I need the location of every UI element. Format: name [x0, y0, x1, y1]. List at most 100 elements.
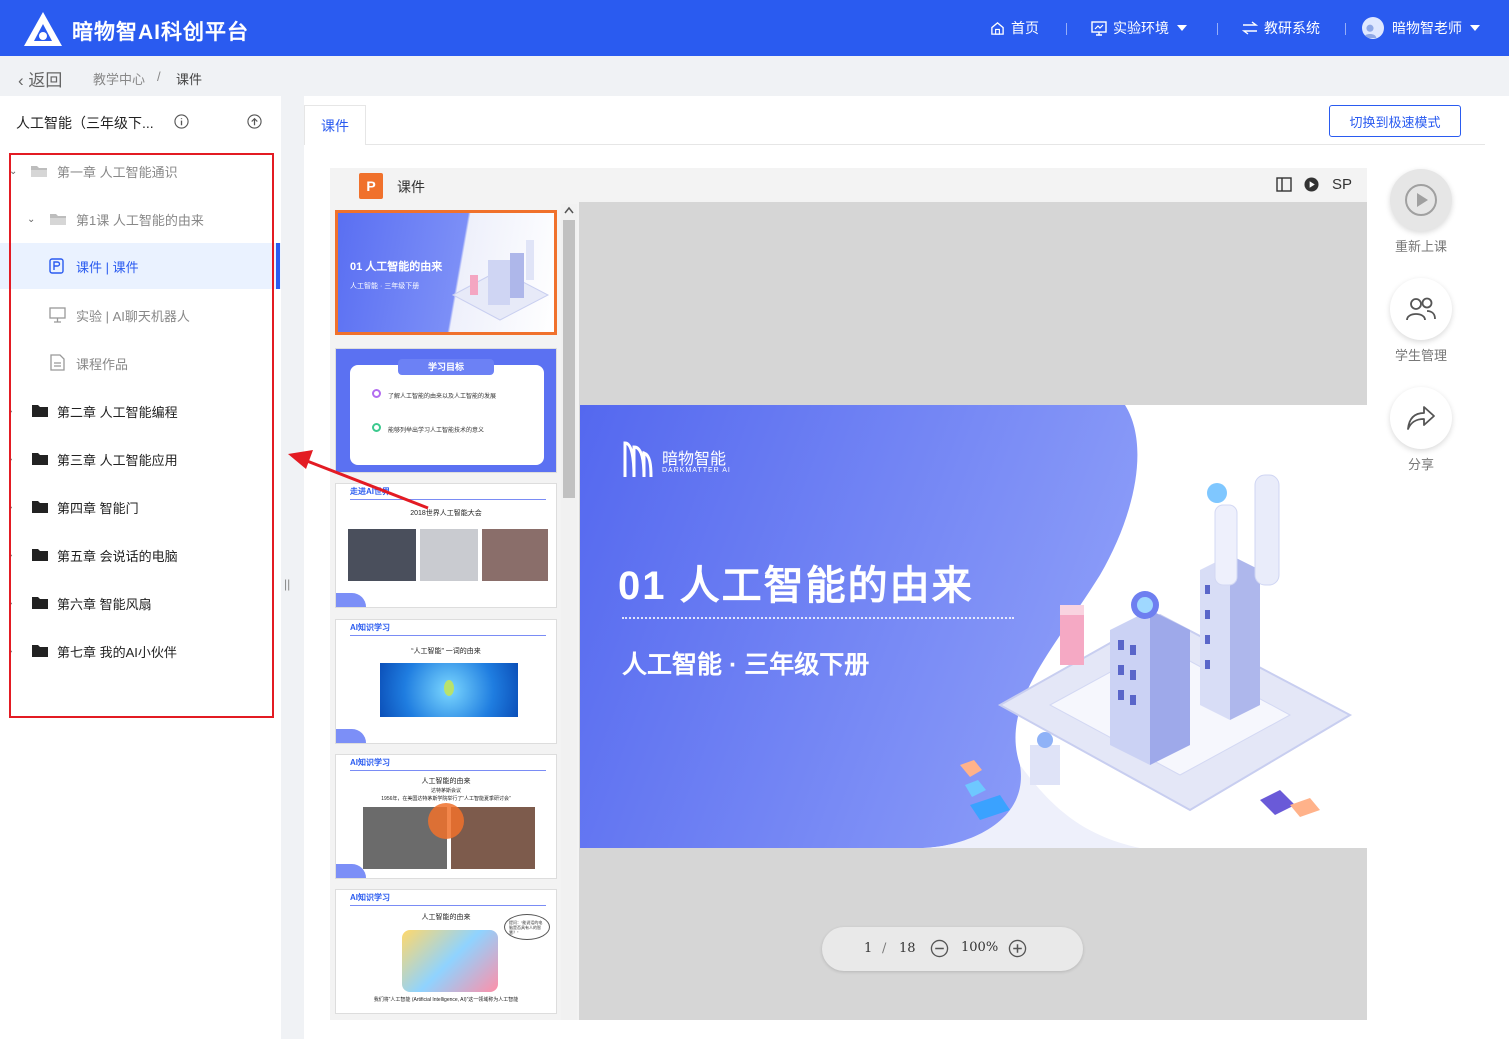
thumbnail-header: AI知识学习: [350, 893, 390, 902]
darkmatter-logo-icon: [623, 441, 653, 478]
leaf-graphic: [444, 680, 454, 696]
thumbnail-corner: [336, 593, 366, 607]
photo-thumbnail: [420, 529, 478, 581]
nav-lab[interactable]: 实验环境: [1091, 0, 1193, 56]
thumbnail-subtitle: 人工智能 · 三年级下册: [350, 283, 420, 290]
thumbnail-title: “人工智能” 一词的由来: [411, 648, 481, 655]
current-page[interactable]: 1: [864, 941, 872, 956]
thumbnail-header: 学习目标: [398, 359, 494, 375]
photo-thumbnail: [482, 529, 548, 581]
slide-divider: [622, 617, 1014, 619]
slide-thumbnail-6[interactable]: AI知识学习 人工智能的由来 提问：“能说话的电脑是否具有人的智慧？” 我们将“…: [335, 889, 557, 1014]
collapse-up-icon[interactable]: [247, 114, 262, 129]
total-pages: 18: [899, 941, 916, 956]
slide-logo-subname: DARKMATTER AI: [662, 467, 731, 474]
share-icon: [1407, 406, 1435, 430]
nav-home-label: 首页: [1011, 20, 1039, 36]
zoom-in-icon[interactable]: [1008, 939, 1027, 958]
thumbnail-header: AI知识学习: [350, 623, 390, 632]
share-label: 分享: [1407, 457, 1434, 472]
thumbnail-title: 人工智能的由来: [421, 778, 471, 785]
breadcrumb-teaching-center[interactable]: 教学中心: [93, 69, 145, 88]
tab-divider: [366, 144, 1485, 145]
slide-subtitle: 人工智能 · 三年级下册: [622, 651, 870, 679]
back-link[interactable]: ‹ 返回: [18, 66, 62, 91]
slide-thumbnail-1[interactable]: 01 人工智能的由来 人工智能 · 三年级下册: [335, 210, 557, 335]
speed-mode-button[interactable]: 切换到极速模式: [1329, 105, 1461, 137]
annotation-highlight-box: [9, 153, 274, 718]
location-pin-icon: [372, 389, 381, 398]
student-management-label: 学生管理: [1394, 348, 1447, 363]
nav-user-menu[interactable]: 暗物智老师: [1362, 0, 1486, 56]
thumbnail-rule: [350, 635, 546, 636]
resize-handle[interactable]: ||: [284, 577, 290, 591]
nav-research-label: 教研系统: [1264, 20, 1320, 36]
zoom-level: 100%: [961, 940, 999, 955]
course-title[interactable]: 人工智能（三年级下...: [16, 113, 154, 133]
top-bar: 暗物智AI科创平台 首页 实验环境 教研系统 暗物智老师: [0, 0, 1509, 56]
thumbnail-bubble: 提问：“能说话的电脑是否具有人的智慧？”: [504, 914, 550, 940]
thumbnail-rule: [350, 770, 546, 771]
play-icon[interactable]: [1304, 177, 1319, 192]
thumbnail-header: AI知识学习: [350, 758, 390, 767]
back-label: 返回: [28, 71, 63, 90]
thumbnail-corner: [336, 864, 366, 878]
thumbnail-rule: [350, 905, 546, 906]
sp-button[interactable]: SP: [1332, 176, 1352, 193]
annotation-arrow-icon: [288, 450, 429, 510]
zoom-out-icon[interactable]: [930, 939, 949, 958]
home-icon: [991, 21, 1004, 35]
nav-divider: [1345, 23, 1346, 35]
active-indicator: [276, 243, 280, 289]
tab-courseware[interactable]: 课件: [304, 105, 366, 145]
sidebar-toggle-icon[interactable]: [1276, 177, 1292, 192]
thumbnail-text: 了解人工智能的由来以及人工智能的发展: [388, 394, 497, 400]
nav-home[interactable]: 首页: [990, 0, 1039, 56]
breadcrumb-current: 课件: [176, 72, 203, 87]
swap-icon: [1242, 21, 1258, 35]
users-icon: [1406, 297, 1436, 321]
brand-name[interactable]: 暗物智AI科创平台: [72, 16, 249, 46]
scroll-up-arrow-icon[interactable]: [564, 206, 574, 214]
viewer-title: 课件: [397, 179, 425, 195]
breadcrumb-separator: /: [157, 69, 161, 84]
nav-research[interactable]: 教研系统: [1242, 0, 1320, 56]
slide-thumbnails: 01 人工智能的由来 人工智能 · 三年级下册 学习目标 了解人工智能的由来以及…: [330, 202, 579, 1020]
viewer-header: [330, 168, 1367, 202]
photo-thumbnail: [348, 529, 416, 581]
ppt-file-icon: P: [359, 173, 383, 199]
nav-divider: [1066, 23, 1067, 35]
caret-down-icon: [1177, 25, 1187, 31]
user-avatar-icon: [1363, 24, 1377, 38]
restart-class-button[interactable]: [1390, 169, 1452, 231]
thumbnail-text: 能够列举出学习人工智能技术的意义: [388, 428, 485, 434]
share-button[interactable]: [1390, 387, 1452, 449]
isometric-city-illustration: [960, 474, 1353, 820]
chevron-left-icon: ‹: [18, 71, 24, 90]
thumbnail-title: 01 人工智能的由来: [350, 261, 443, 273]
isometric-city-illustration: [451, 240, 550, 321]
slide-title: 01 人工智能的由来: [618, 564, 974, 608]
scrollbar-thumb[interactable]: [563, 220, 575, 498]
play-circle-icon: [1405, 184, 1437, 216]
thumbnail-text: 1956年，在美国达特茅斯学院举行了“人工智能夏季研讨会”: [381, 796, 511, 802]
user-name: 暗物智老师: [1392, 20, 1462, 36]
caret-down-icon: [1470, 25, 1480, 31]
info-icon[interactable]: [174, 114, 189, 129]
student-management-button[interactable]: [1390, 278, 1452, 340]
slide-thumbnail-5[interactable]: AI知识学习 人工智能的由来 达特茅斯会议 1956年，在美国达特茅斯学院举行了…: [335, 754, 557, 879]
slide-pager: 1 / 18 100%: [822, 927, 1083, 971]
restart-class-label: 重新上课: [1394, 239, 1447, 254]
avatar: [1362, 17, 1384, 39]
nav-lab-label: 实验环境: [1113, 20, 1169, 36]
thumbnail-corner: [336, 729, 366, 743]
illustration-thumbnail: [402, 930, 498, 992]
thumbnail-text: 我们将“人工智能 (Artificial Intelligence, AI)”这…: [373, 997, 519, 1003]
slide-thumbnail-4[interactable]: AI知识学习 “人工智能” 一词的由来: [335, 619, 557, 744]
thumbnail-text: 达特茅斯会议: [430, 788, 461, 794]
page-separator: /: [882, 941, 887, 956]
location-pin-icon: [372, 423, 381, 432]
logo-icon[interactable]: [22, 10, 64, 48]
play-overlay-icon[interactable]: [428, 803, 464, 839]
nav-divider: [1217, 23, 1218, 35]
